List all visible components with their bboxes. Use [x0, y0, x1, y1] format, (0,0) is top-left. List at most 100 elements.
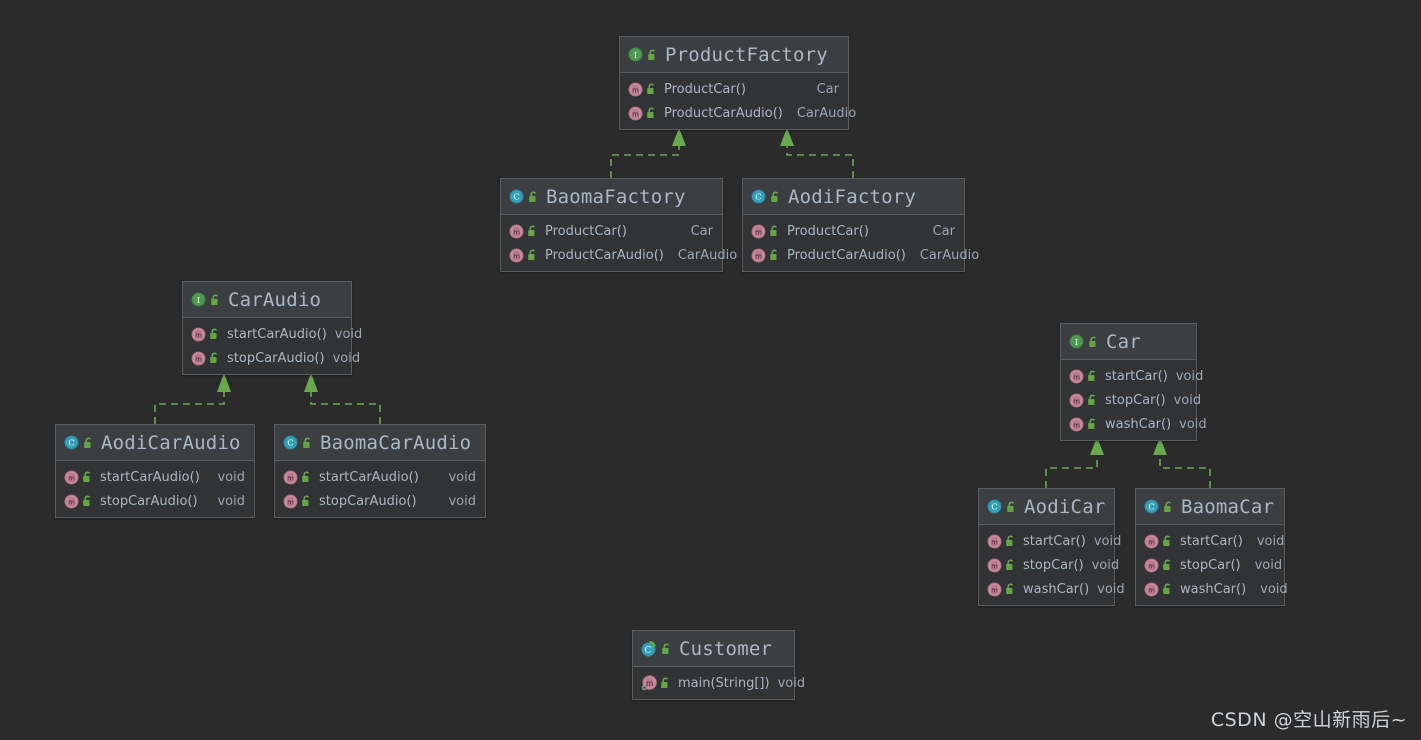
- uml-member-name: ProductCarAudio(): [664, 105, 783, 121]
- svg-text:C: C: [991, 502, 997, 512]
- uml-class-node-caraudio[interactable]: I CarAudio m startCarAudio() void m stopCarAud…: [182, 281, 362, 375]
- uml-member-row[interactable]: m main(String[]) void: [633, 671, 805, 695]
- svg-text:m: m: [1073, 396, 1080, 405]
- uml-class-node-baomacaraudio[interactable]: C BaomaCarAudio m startCarAudio() void m stopC…: [274, 424, 486, 518]
- uml-member-row[interactable]: m ProductCarAudio() CarAudio: [620, 101, 856, 125]
- uml-member-row[interactable]: m stopCarAudio() void: [183, 346, 360, 370]
- uml-node-header[interactable]: I ProductFactory: [620, 37, 848, 73]
- uml-member-name: ProductCar(): [664, 81, 746, 97]
- uml-class-node-baomacar[interactable]: C BaomaCar m startCar() void m stopCar() void m w…: [1135, 488, 1288, 606]
- uml-member-row[interactable]: m stopCarAudio() void: [56, 489, 254, 513]
- edge-baomacar-implements-car: [1153, 437, 1211, 488]
- uml-node-members: m ProductCar() Car m ProductCarAudio() CarAud…: [620, 73, 856, 129]
- main-method-icon: m: [641, 675, 657, 691]
- svg-text:m: m: [513, 227, 520, 236]
- uml-node-title: Customer: [679, 637, 773, 660]
- uml-node-header[interactable]: C BaomaFactory: [501, 179, 722, 215]
- uml-class-node-customer[interactable]: C Customer m main(String[]) void: [632, 630, 805, 700]
- uml-member-row[interactable]: m ProductCar() Car: [501, 219, 722, 243]
- uml-member-name: stopCarAudio(): [319, 493, 417, 509]
- svg-text:m: m: [1073, 420, 1080, 429]
- uml-class-node-aodifactory[interactable]: C AodiFactory m ProductCar() Car m ProductCarA…: [742, 178, 979, 272]
- uml-member-row[interactable]: m startCarAudio() void: [56, 465, 254, 489]
- uml-member-type: CarAudio: [919, 247, 980, 263]
- uml-node-header[interactable]: I CarAudio: [183, 282, 351, 318]
- uml-node-header[interactable]: C BaomaCarAudio: [275, 425, 485, 461]
- svg-text:I: I: [634, 50, 637, 60]
- method-icon: m: [628, 105, 643, 121]
- uml-member-row[interactable]: m washCar() void: [979, 577, 1125, 601]
- uml-member-type: void: [1179, 416, 1207, 432]
- public-lock-icon: [1163, 501, 1174, 513]
- uml-member-row[interactable]: m startCar() void: [1136, 529, 1284, 553]
- uml-member-name: startCarAudio(): [100, 469, 200, 485]
- uml-member-type: void: [1254, 557, 1283, 573]
- uml-member-row[interactable]: m washCar() void: [1136, 577, 1288, 601]
- uml-member-row[interactable]: m washCar() void: [1061, 412, 1207, 436]
- method-icon: m: [628, 81, 643, 97]
- uml-node-title: AodiCar: [1024, 495, 1106, 518]
- public-lock-icon: [647, 49, 658, 61]
- uml-node-title: AodiCarAudio: [101, 431, 241, 454]
- uml-class-node-aodicar[interactable]: C AodiCar m startCar() void m stopCar() void m wa…: [978, 488, 1125, 606]
- uml-member-name: startCar(): [1180, 533, 1243, 549]
- uml-member-row[interactable]: m startCarAudio() void: [275, 465, 485, 489]
- uml-member-row[interactable]: m ProductCar() Car: [743, 219, 964, 243]
- edge-aodicar-implements-car: [1045, 437, 1104, 488]
- uml-member-name: stopCar(): [1023, 557, 1084, 573]
- public-lock-icon: [1005, 535, 1016, 547]
- svg-text:I: I: [197, 295, 200, 305]
- uml-member-row[interactable]: m startCarAudio() void: [183, 322, 362, 346]
- uml-class-node-productfactory[interactable]: I ProductFactory m ProductCar() Car m ProductC…: [619, 36, 856, 130]
- uml-class-node-baomafactory[interactable]: C BaomaFactory m ProductCar() Car m ProductCar…: [500, 178, 737, 272]
- uml-node-header[interactable]: C AodiFactory: [743, 179, 964, 215]
- public-lock-icon: [1087, 370, 1098, 382]
- public-lock-icon: [210, 294, 221, 306]
- uml-member-row[interactable]: m stopCarAudio() void: [275, 489, 485, 513]
- uml-member-name: startCar(): [1105, 368, 1168, 384]
- uml-member-row[interactable]: m stopCar() void: [1061, 388, 1201, 412]
- svg-text:m: m: [991, 585, 998, 594]
- public-lock-icon: [1162, 559, 1173, 571]
- public-lock-icon: [646, 107, 657, 119]
- uml-member-row[interactable]: m startCar() void: [979, 529, 1121, 553]
- public-lock-icon: [1162, 583, 1173, 595]
- uml-member-row[interactable]: m ProductCar() Car: [620, 77, 848, 101]
- uml-node-header[interactable]: C AodiCarAudio: [56, 425, 254, 461]
- public-lock-icon: [1088, 336, 1099, 348]
- class-icon: C: [64, 435, 79, 450]
- uml-member-type: void: [1175, 368, 1204, 384]
- public-lock-icon: [660, 677, 671, 689]
- public-lock-icon: [1005, 583, 1016, 595]
- interface-icon: I: [191, 292, 206, 307]
- method-icon: m: [283, 493, 298, 509]
- uml-member-row[interactable]: m stopCar() void: [979, 553, 1119, 577]
- class-icon: C: [509, 189, 524, 204]
- uml-member-row[interactable]: m ProductCarAudio() CarAudio: [501, 243, 737, 267]
- method-icon: m: [751, 247, 766, 263]
- public-lock-icon: [769, 225, 780, 237]
- uml-node-members: m ProductCar() Car m ProductCarAudio() CarAud…: [743, 215, 979, 271]
- uml-node-header[interactable]: C AodiCar: [979, 489, 1114, 525]
- svg-text:C: C: [755, 192, 761, 202]
- method-icon: m: [1069, 416, 1084, 432]
- uml-node-header[interactable]: I Car: [1061, 324, 1196, 360]
- public-lock-icon: [1005, 559, 1016, 571]
- interface-icon: I: [1069, 334, 1084, 349]
- method-icon: m: [751, 223, 766, 239]
- class-icon: C: [283, 435, 298, 450]
- svg-text:C: C: [287, 438, 293, 448]
- uml-node-members: m main(String[]) void: [633, 667, 805, 699]
- uml-class-node-aodicaraudio[interactable]: C AodiCarAudio m startCarAudio() void m stopCa…: [55, 424, 255, 518]
- svg-text:m: m: [195, 354, 202, 363]
- uml-member-name: stopCarAudio(): [227, 350, 325, 366]
- uml-member-row[interactable]: m startCar() void: [1061, 364, 1203, 388]
- uml-node-members: m startCarAudio() void m stopCarAudio() void: [56, 461, 254, 517]
- uml-node-header[interactable]: C BaomaCar: [1136, 489, 1284, 525]
- uml-class-node-car[interactable]: I Car m startCar() void m stopCar() void m washCa…: [1060, 323, 1207, 441]
- uml-member-type: Car: [816, 81, 839, 97]
- uml-member-row[interactable]: m ProductCarAudio() CarAudio: [743, 243, 979, 267]
- uml-member-row[interactable]: m stopCar() void: [1136, 553, 1284, 577]
- uml-node-header[interactable]: C Customer: [633, 631, 794, 667]
- method-icon: m: [64, 493, 79, 509]
